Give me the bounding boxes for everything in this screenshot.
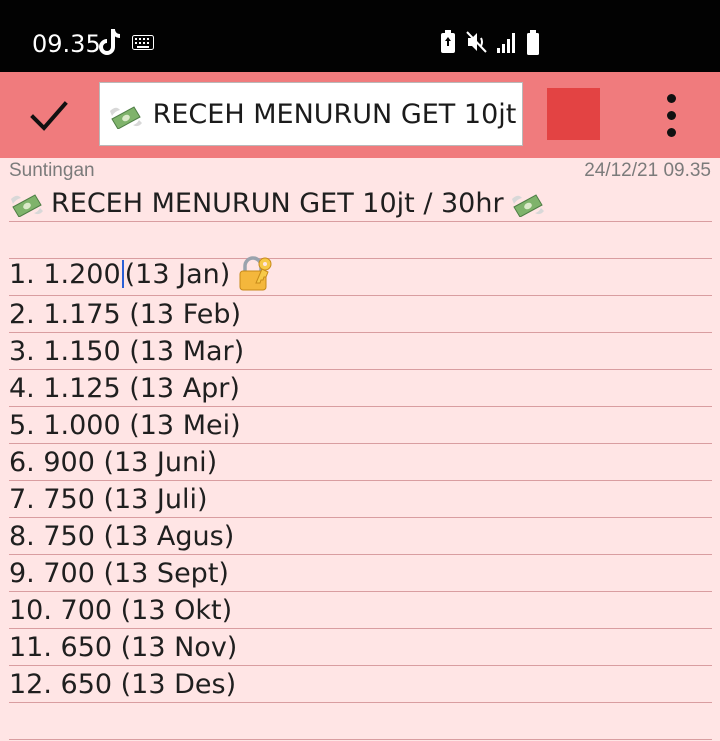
mute-icon [466,31,487,53]
list-item: 8. 750 (13 Agus) [9,521,235,552]
list-item: 9. 700 (13 Sept) [9,558,229,589]
note-line: 6. 900 (13 Juni) [9,444,712,481]
list-item: 1. 1.200 [9,258,121,290]
status-bar: 09.35 [0,0,720,72]
dot-icon [667,94,676,103]
list-item: 3. 1.150 (13 Mar) [9,336,245,367]
edit-status-label: Suntingan [9,160,95,181]
note-line: 9. 700 (13 Sept) [9,555,712,592]
list-item: 4. 1.125 (13 Apr) [9,373,240,404]
edit-timestamp: 24/12/21 09.35 [584,160,711,181]
dot-icon [667,111,676,120]
note-line: 11. 650 (13 Nov) [9,629,712,666]
note-heading: RECEH MENURUN GET 10jt / 30hr [51,188,504,219]
note-line: 3. 1.150 (13 Mar) [9,333,712,370]
tiktok-icon [99,29,120,55]
note-line: 2. 1.175 (13 Feb) [9,296,712,333]
list-item: 12. 650 (13 Des) [9,669,237,700]
keyboard-icon [132,35,154,50]
editor-toolbar: RECEH MENURUN GET 10jt / 30 [0,72,720,158]
note-line: 5. 1.000 (13 Mei) [9,407,712,444]
note-color-button[interactable] [547,88,600,140]
money-with-wings-icon [511,193,544,217]
list-item: 10. 700 (13 Okt) [9,595,233,626]
note-line: 8. 750 (13 Agus) [9,518,712,555]
status-icons [440,30,550,58]
money-with-wings-icon [11,193,43,217]
list-item: 6. 900 (13 Juni) [9,447,218,478]
title-input[interactable]: RECEH MENURUN GET 10jt / 30 [99,82,523,146]
battery-saver-icon [441,30,455,53]
locked-with-key-icon [239,256,272,291]
note-line: 1. 1.200 (13 Jan) [9,256,712,296]
save-check-button[interactable] [24,92,74,138]
list-item: 11. 650 (13 Nov) [9,632,238,663]
list-item: 5. 1.000 (13 Mei) [9,410,241,441]
title-text: RECEH MENURUN GET 10jt / 30 [152,99,522,130]
note-line: 12. 650 (13 Des) [9,666,712,703]
status-time: 09.35 [32,30,101,58]
list-item: 7. 750 (13 Juli) [9,484,208,515]
note-line: 4. 1.125 (13 Apr) [9,370,712,407]
list-item: (13 Jan) [124,258,231,290]
list-item: 2. 1.175 (13 Feb) [9,299,242,330]
note-line: 7. 750 (13 Juli) [9,481,712,518]
note-line-empty [9,222,712,259]
text-cursor [121,260,124,288]
title-content: RECEH MENURUN GET 10jt / 30 [108,99,522,130]
note-body[interactable]: RECEH MENURUN GET 10jt / 30hr 1. 1.200 (… [0,185,720,741]
note-line-heading: RECEH MENURUN GET 10jt / 30hr [9,185,712,222]
note-line-empty [9,703,712,740]
battery-icon [527,30,539,55]
signal-icon [497,33,515,53]
note-line: 10. 700 (13 Okt) [9,592,712,629]
more-options-button[interactable] [655,94,687,138]
money-with-wings-icon [110,105,142,129]
dot-icon [667,128,676,137]
